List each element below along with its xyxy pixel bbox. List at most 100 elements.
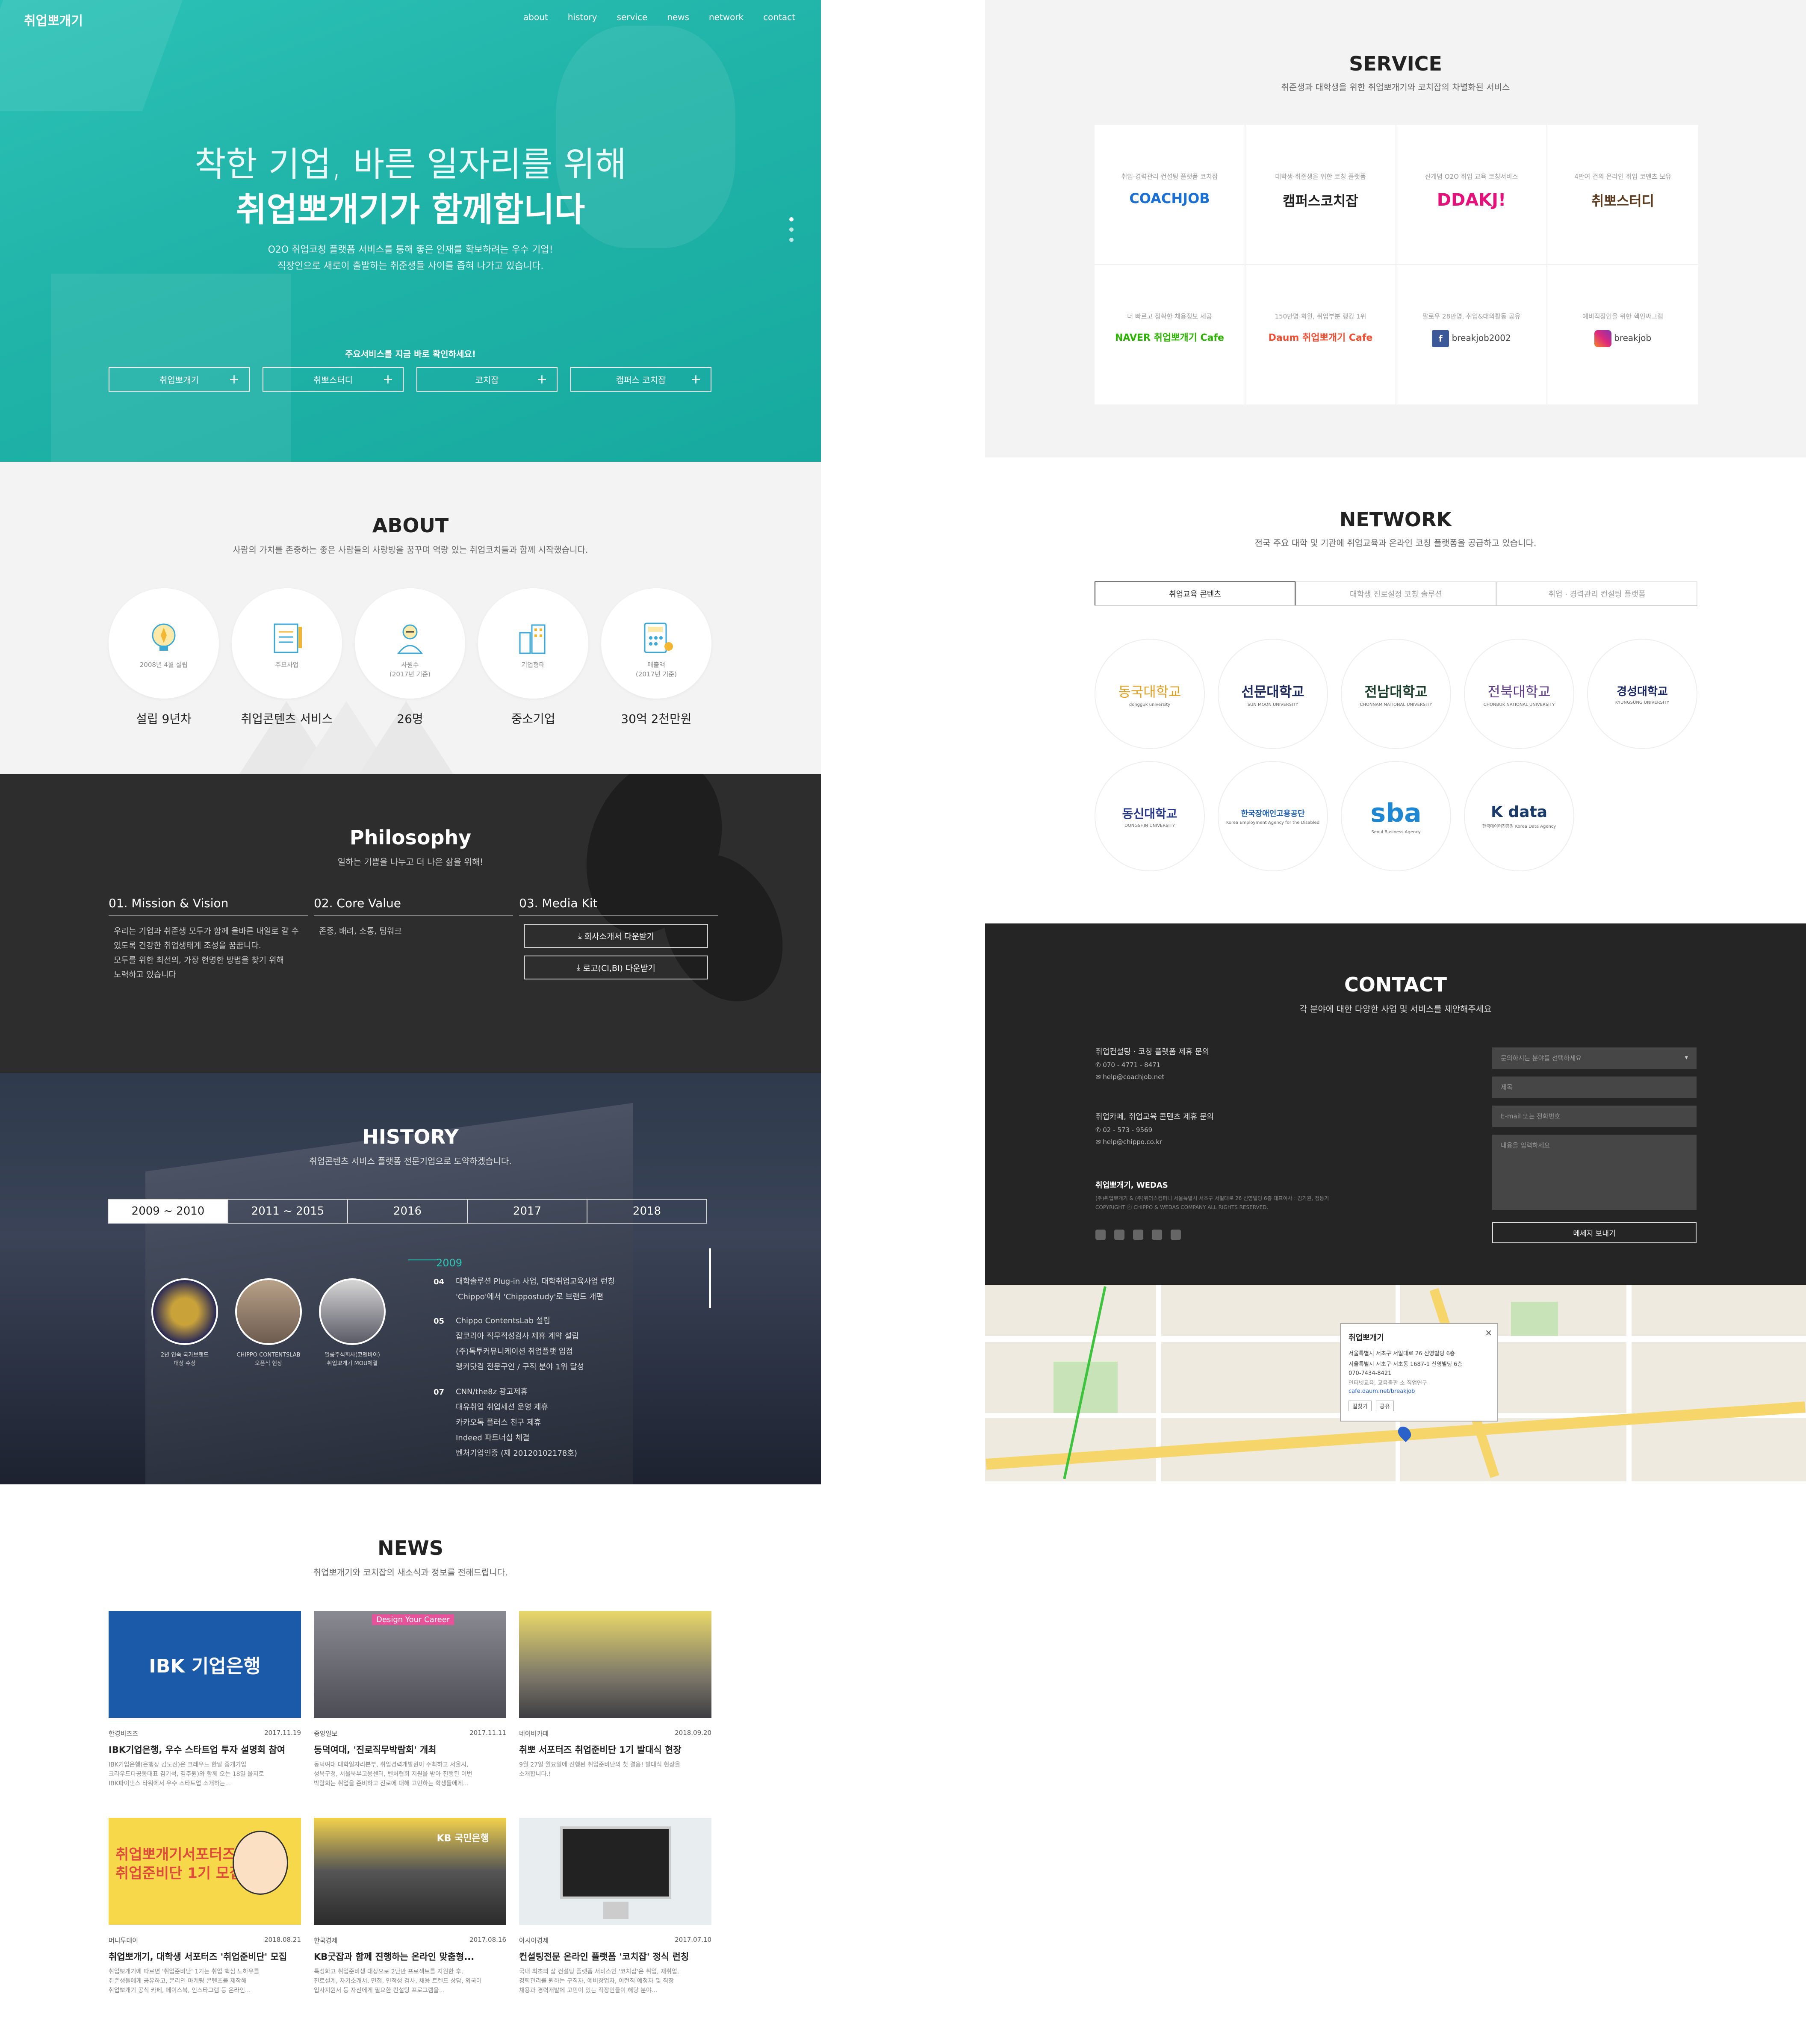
news-source: 네이버카페 (519, 1730, 549, 1737)
close-icon[interactable]: × (1485, 1327, 1492, 1338)
service-cell-coachjob[interactable]: 취업·경력관리 컨설팅 플랫폼 코치잡 COACHJOB (1095, 125, 1245, 265)
ddakj-logo: DDAKJ! (1437, 190, 1506, 210)
service-desc: 신개념 O2O 취업 교육 코칭서비스 (1425, 173, 1518, 180)
philosophy-section: Philosophy 일하는 기쁨을 나누고 더 나은 삶을 위해! 01. M… (0, 774, 821, 1073)
send-message-button[interactable]: 메세지 보내기 (1492, 1222, 1697, 1243)
service-cell-daum[interactable]: 150만명 회원, 취업부분 랭킹 1위 Daum 취업뽀개기 Cafe (1245, 265, 1396, 404)
news-card[interactable]: Design Your Career 중앙일보 2017.11.11 동덕여대, … (314, 1611, 506, 1788)
tab-platform[interactable]: 취업 · 경력관리 컨설팅 플랫폼 (1496, 581, 1697, 605)
contact-email[interactable]: ✉ help@chippo.co.kr (1095, 1138, 1214, 1146)
facebook-icon[interactable] (1095, 1230, 1106, 1240)
tab-2011-2015[interactable]: 2011 ~ 2015 (227, 1199, 348, 1224)
service-title: SERVICE (1349, 52, 1442, 75)
subject-input[interactable]: 제목 (1492, 1077, 1697, 1098)
news-card[interactable]: 아시아경제 2017.07.10 컨설팅전문 온라인 플랫폼 '코치잡' 정식 런… (519, 1818, 711, 1995)
tab-2017[interactable]: 2017 (467, 1199, 587, 1224)
mou-image (319, 1278, 386, 1345)
service-cell-naver[interactable]: 더 빠르고 정확한 채용정보 제공 NAVER 취업뽀개기 Cafe (1095, 265, 1245, 404)
tab-2009-2010[interactable]: 2009 ~ 2010 (108, 1199, 228, 1224)
building-icon (519, 624, 546, 654)
instagram-icon[interactable] (1114, 1230, 1124, 1240)
tab-2018[interactable]: 2018 (587, 1199, 707, 1224)
news-card[interactable]: 취업뽀개기서포터즈 취업준비단 1기 모집 머니투데이 2018.08.21 취업… (109, 1818, 301, 1995)
partner-name: 선문대학교 (1241, 683, 1304, 700)
network-section: NETWORK 전국 주요 대학 및 기관에 취업교육과 온라인 코칭 플랫폼을… (985, 457, 1806, 923)
service-button-chippo[interactable]: 취업뽀개기 + (109, 367, 250, 392)
service-cell-ddakj[interactable]: 신개념 O2O 취업 교육 코칭서비스 DDAKJ! (1396, 125, 1547, 265)
site-logo[interactable]: 취업뽀개기 (24, 10, 83, 29)
timeline-scrollbar[interactable] (709, 1248, 711, 1308)
news-card[interactable]: KB 국민은행 한국경제 2017.08.16 KB굿잡과 함께 진행하는 온라인… (314, 1818, 506, 1995)
service-button-campus[interactable]: 캠퍼스 코치잡 + (570, 367, 711, 392)
youtube-icon[interactable] (1152, 1230, 1162, 1240)
button-label: 캠퍼스 코치잡 (616, 375, 666, 385)
nav-about[interactable]: about (523, 12, 548, 22)
download-icon: ⤓ (578, 931, 584, 941)
service-cell-study[interactable]: 4만여 건의 온라인 취업 코멘츠 보유취뽀스터디 (1547, 125, 1698, 265)
service-button-study[interactable]: 취뽀스터디 + (263, 367, 404, 392)
service-cell-facebook[interactable]: 팔로우 28만명, 취업&대외활동 공유 f breakjob2002 (1396, 265, 1547, 404)
company-name: 취업뽀개기, WEDAS (1095, 1181, 1168, 1190)
email-input[interactable]: E-mail 또는 전화번호 (1492, 1106, 1697, 1127)
nav-news[interactable]: news (667, 12, 689, 22)
slide-dot[interactable] (789, 227, 794, 232)
coachjob-logo: COACHJOB (1129, 190, 1210, 206)
map-link[interactable]: cafe.daum.net/breakjob (1349, 1388, 1490, 1395)
about-item: 주요사업 취업콘텐츠 서비스 (232, 588, 342, 727)
blog-icon[interactable] (1133, 1230, 1143, 1240)
page: 취업뽀개기 about history service news network… (0, 0, 1806, 2044)
message-textarea[interactable]: 내용을 입력하세요 (1492, 1135, 1697, 1210)
nav-service[interactable]: service (617, 12, 648, 22)
location-map[interactable]: 취업뽀개기 서울특별시 서초구 서일대로 26 신영빌딩 6층 서울특별시 서초… (985, 1285, 1806, 1481)
partner-name: 동신대학교 (1122, 806, 1177, 821)
contact-heading: 취업컨설팅 · 코칭 플랫폼 제휴 문의 (1095, 1047, 1210, 1056)
news-card[interactable]: IBK 기업은행 한경비즈즈 2017.11.19 IBK기업은행, 우수 스타트… (109, 1611, 301, 1788)
inquiry-type-select[interactable]: 문의하시는 분야를 선택하세요 ▾ (1492, 1047, 1697, 1069)
contact-phone: ✆ 070 - 4771 - 8471 (1095, 1061, 1209, 1069)
photo-caption: CHIPPO CONTENTSLAB 오픈식 현장 (236, 1352, 301, 1367)
timeline-text: 대학솔루션 Plug-in 사업, 대학취업교육사업 런칭 'Chippo'에서… (456, 1277, 615, 1301)
about-circle: 매출액 (2017년 기준) (601, 588, 711, 699)
plus-icon: + (536, 372, 547, 387)
directions-button[interactable]: 길찾기 (1349, 1401, 1372, 1411)
button-label: 코치잡 (475, 375, 499, 385)
about-caption: 주요사업 (275, 661, 299, 669)
contact-email[interactable]: ✉ help@coachjob.net (1095, 1073, 1209, 1081)
slide-dot[interactable] (789, 238, 794, 242)
chippo-study-logo: 취뽀스터디 (1591, 193, 1655, 209)
history-title: HISTORY (362, 1125, 459, 1148)
news-title-text: 취뽀 서포터즈 취업준비단 1기 발대식 현장 (519, 1745, 682, 1755)
service-button-coachjob[interactable]: 코치잡 + (416, 367, 558, 392)
service-desc: 4만여 건의 온라인 취업 코멘츠 보유 (1574, 173, 1671, 180)
facebook-icon: f (1432, 330, 1449, 347)
download-logo-button[interactable]: ⤓ 로고(CI,BI) 다운받기 (524, 956, 708, 979)
campus-coachjob-logo: 캠퍼스코치잡 (1283, 193, 1358, 209)
share-button[interactable]: 공유 (1375, 1401, 1394, 1411)
nav-network[interactable]: network (709, 12, 744, 22)
service-grid: 취업·경력관리 컨설팅 플랫폼 코치잡 COACHJOB 대학생·취준생을 위한 … (1095, 125, 1698, 404)
nav-contact[interactable]: contact (763, 12, 795, 22)
service-cell-campus[interactable]: 대학생·취준생을 위한 코칭 플랫폼 캠퍼스코치잡 (1245, 125, 1396, 265)
naver-cafe-logo: NAVER 취업뽀개기 Cafe (1115, 333, 1224, 343)
news-source: 한경비즈즈 (109, 1730, 139, 1737)
mail-icon[interactable] (1171, 1230, 1181, 1240)
contact-phone: ✆ 02 - 573 - 9569 (1095, 1126, 1214, 1134)
about-value: 설립 9년차 (136, 712, 192, 726)
history-photo: 일룸주식회사(코멘바이) 취업뽀개기 MOU체결 (319, 1278, 386, 1368)
plus-icon: + (382, 372, 393, 387)
partner-name: K data (1491, 803, 1547, 821)
slide-dot[interactable] (789, 217, 794, 221)
about-circle: 사원수 (2017년 기준) (355, 588, 465, 699)
nav-history[interactable]: history (568, 12, 597, 22)
tab-solution[interactable]: 대학생 진로설정 코칭 솔루션 (1295, 581, 1496, 605)
timeline-text: Chippo ContentsLab 설립 잡코리아 직무적성검사 제휴 계약 … (456, 1316, 584, 1372)
tab-content[interactable]: 취업교육 콘텐츠 (1095, 581, 1295, 605)
tab-2016[interactable]: 2016 (347, 1199, 468, 1224)
news-source: 한국경제 (314, 1937, 338, 1944)
news-card[interactable]: 네이버카페 2018.09.20 취뽀 서포터즈 취업준비단 1기 발대식 현장 … (519, 1611, 711, 1779)
timeline-entry: 05 Chippo ContentsLab 설립 잡코리아 직무적성검사 제휴 계… (434, 1316, 584, 1375)
service-cell-instagram[interactable]: 예비직장인을 위한 핵인싸그램 breakjob (1547, 265, 1698, 404)
network-subtitle: 전국 주요 대학 및 기관에 취업교육과 온라인 코칭 플랫폼을 공급하고 있습… (1254, 538, 1537, 548)
download-company-intro-button[interactable]: ⤓ 회사소개서 다운받기 (524, 924, 708, 948)
contact-section: CONTACT 각 분야에 대한 다양한 사업 및 서비스를 제안해주세요 취업… (985, 923, 1806, 1285)
